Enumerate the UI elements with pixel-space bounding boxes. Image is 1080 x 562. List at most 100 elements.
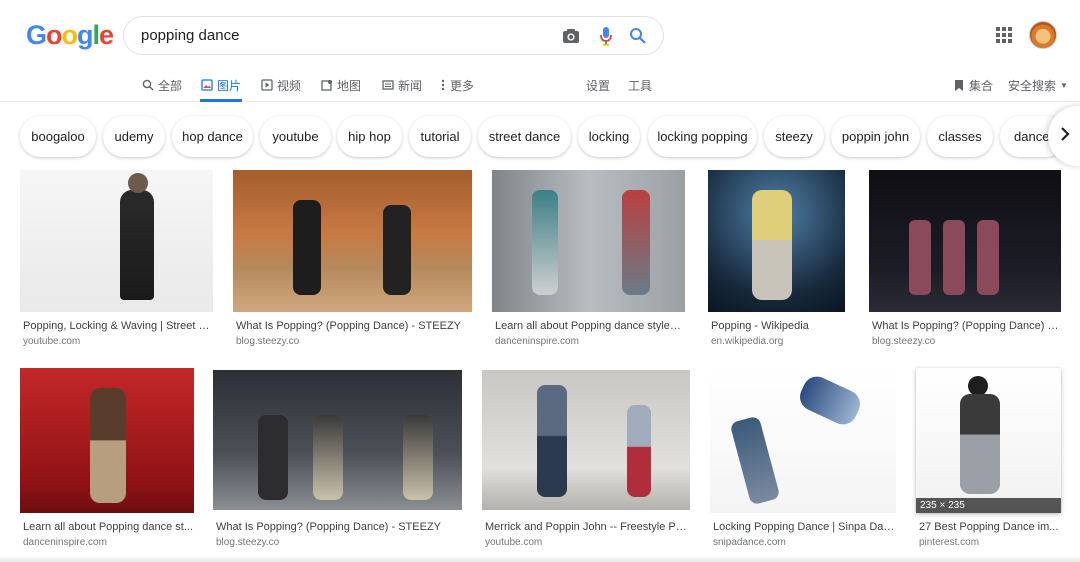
logo-letter: G xyxy=(26,20,47,50)
safe-search-label: 安全搜索 xyxy=(1008,78,1057,93)
result-domain: pinterest.com xyxy=(919,537,980,548)
search-icon[interactable] xyxy=(627,25,649,47)
dancer-figure xyxy=(909,220,931,295)
google-logo[interactable]: Google xyxy=(26,20,114,51)
result-thumbnail[interactable] xyxy=(233,170,472,312)
result-title[interactable]: Popping - Wikipedia xyxy=(711,320,846,332)
settings-link[interactable]: 设置 xyxy=(586,76,610,94)
result-domain: blog.steezy.co xyxy=(236,336,300,347)
result-thumbnail[interactable] xyxy=(708,170,845,312)
dancer-figure xyxy=(729,415,781,506)
result-title[interactable]: What Is Popping? (Popping Dance) - STEEZ… xyxy=(216,521,461,533)
logo-letter: g xyxy=(77,20,93,50)
chip[interactable]: boogaloo xyxy=(20,116,96,157)
search-input[interactable] xyxy=(141,27,541,44)
collections-link[interactable]: 集合 xyxy=(952,76,993,94)
image-dimensions-badge: 235 × 235 xyxy=(916,498,1061,513)
result-title[interactable]: Locking Popping Dance | Sinpa Dan... xyxy=(713,521,895,533)
chip[interactable]: youtube xyxy=(260,116,331,157)
dancer-figure xyxy=(120,190,154,300)
chip[interactable]: locking xyxy=(578,116,640,157)
tab-label: 地图 xyxy=(337,78,362,93)
image-result[interactable]: What Is Popping? (Popping Dance) - ... b… xyxy=(869,170,1061,350)
dancer-figure xyxy=(960,394,1000,494)
result-domain: snipadance.com xyxy=(713,537,786,548)
search-box[interactable] xyxy=(123,16,664,55)
result-thumbnail[interactable] xyxy=(482,370,690,510)
settings-label: 设置 xyxy=(586,78,611,93)
image-icon xyxy=(200,79,213,92)
dancer-figure xyxy=(795,371,865,430)
chip[interactable]: hop dance xyxy=(172,116,253,157)
result-domain: en.wikipedia.org xyxy=(711,336,784,347)
more-vert-icon xyxy=(440,79,446,92)
chip[interactable]: steezy xyxy=(764,116,824,157)
tab-more[interactable]: 更多 xyxy=(440,76,474,94)
result-title[interactable]: What Is Popping? (Popping Dance) - STEEZ… xyxy=(236,320,471,332)
tab-maps[interactable]: 地图 xyxy=(320,76,361,94)
image-result[interactable]: Learn all about Popping dance style |...… xyxy=(492,170,685,350)
result-thumbnail[interactable] xyxy=(869,170,1061,312)
tab-label: 图片 xyxy=(217,78,242,93)
apps-grid-icon[interactable] xyxy=(996,27,1012,43)
result-thumbnail[interactable]: 235 × 235 xyxy=(916,368,1061,513)
chip[interactable]: classes xyxy=(927,116,993,157)
result-title[interactable]: Popping, Locking & Waving | Street D... xyxy=(23,320,211,332)
active-tab-indicator xyxy=(200,99,242,102)
dancer-figure xyxy=(943,220,965,295)
avatar[interactable] xyxy=(1029,21,1057,49)
tab-all[interactable]: 全部 xyxy=(141,76,182,94)
image-result[interactable]: What Is Popping? (Popping Dance) - STEEZ… xyxy=(213,370,462,550)
dancer-figure xyxy=(313,415,343,500)
chevron-right-icon xyxy=(1060,126,1070,147)
dancer-figure xyxy=(383,205,411,295)
image-result[interactable]: Popping - Wikipedia en.wikipedia.org xyxy=(708,170,845,350)
chip[interactable]: tutorial xyxy=(409,116,471,157)
microphone-icon[interactable] xyxy=(595,25,617,47)
tab-news[interactable]: 新闻 xyxy=(381,76,422,94)
result-domain: youtube.com xyxy=(485,537,543,548)
safe-search-dropdown[interactable]: 安全搜索 ▼ xyxy=(1008,76,1068,94)
image-result[interactable]: Locking Popping Dance | Sinpa Dan... sni… xyxy=(710,368,896,550)
map-icon xyxy=(320,79,333,92)
image-result[interactable]: Merrick and Poppin John -- Freestyle Po.… xyxy=(482,370,690,550)
result-title[interactable]: 27 Best Popping Dance im... xyxy=(919,521,1060,533)
play-icon xyxy=(260,79,273,92)
tab-images[interactable]: 图片 xyxy=(200,76,241,94)
result-domain: blog.steezy.co xyxy=(216,537,280,548)
search-icon xyxy=(141,79,154,92)
result-domain: youtube.com xyxy=(23,336,81,347)
tools-link[interactable]: 工具 xyxy=(628,76,652,94)
chip[interactable]: locking popping xyxy=(648,116,757,157)
result-title[interactable]: Learn all about Popping dance style |... xyxy=(495,320,683,332)
dancer-head xyxy=(968,376,988,396)
chip[interactable]: hip hop xyxy=(337,116,402,157)
image-result[interactable]: 235 × 235 27 Best Popping Dance im... pi… xyxy=(916,368,1061,550)
result-thumbnail[interactable] xyxy=(213,370,462,510)
dancer-figure xyxy=(752,190,792,300)
logo-letter: o xyxy=(46,20,62,50)
chip[interactable]: udemy xyxy=(103,116,165,157)
result-title[interactable]: What Is Popping? (Popping Dance) - ... xyxy=(872,320,1060,332)
dancer-figure xyxy=(627,405,651,497)
result-thumbnail[interactable] xyxy=(492,170,685,312)
image-result[interactable]: Learn all about Popping dance st... danc… xyxy=(20,368,194,550)
chip[interactable]: poppin john xyxy=(831,116,920,157)
image-result[interactable]: Popping, Locking & Waving | Street D... … xyxy=(20,170,213,350)
result-thumbnail[interactable] xyxy=(20,170,213,312)
tab-label: 更多 xyxy=(450,78,475,93)
tab-videos[interactable]: 视频 xyxy=(260,76,301,94)
camera-icon[interactable] xyxy=(560,25,582,47)
chip[interactable]: street dance xyxy=(478,116,571,157)
result-title[interactable]: Merrick and Poppin John -- Freestyle Po.… xyxy=(485,521,689,533)
dancer-head xyxy=(128,173,148,193)
collections-label: 集合 xyxy=(969,78,994,93)
result-thumbnail[interactable] xyxy=(20,368,194,513)
tab-label: 全部 xyxy=(158,78,183,93)
result-title[interactable]: Learn all about Popping dance st... xyxy=(23,521,193,533)
result-thumbnail[interactable] xyxy=(710,368,896,513)
page-bottom-shadow xyxy=(0,556,1080,562)
image-result[interactable]: What Is Popping? (Popping Dance) - STEEZ… xyxy=(233,170,472,350)
dancer-figure xyxy=(293,200,321,295)
bookmark-icon xyxy=(952,79,965,92)
